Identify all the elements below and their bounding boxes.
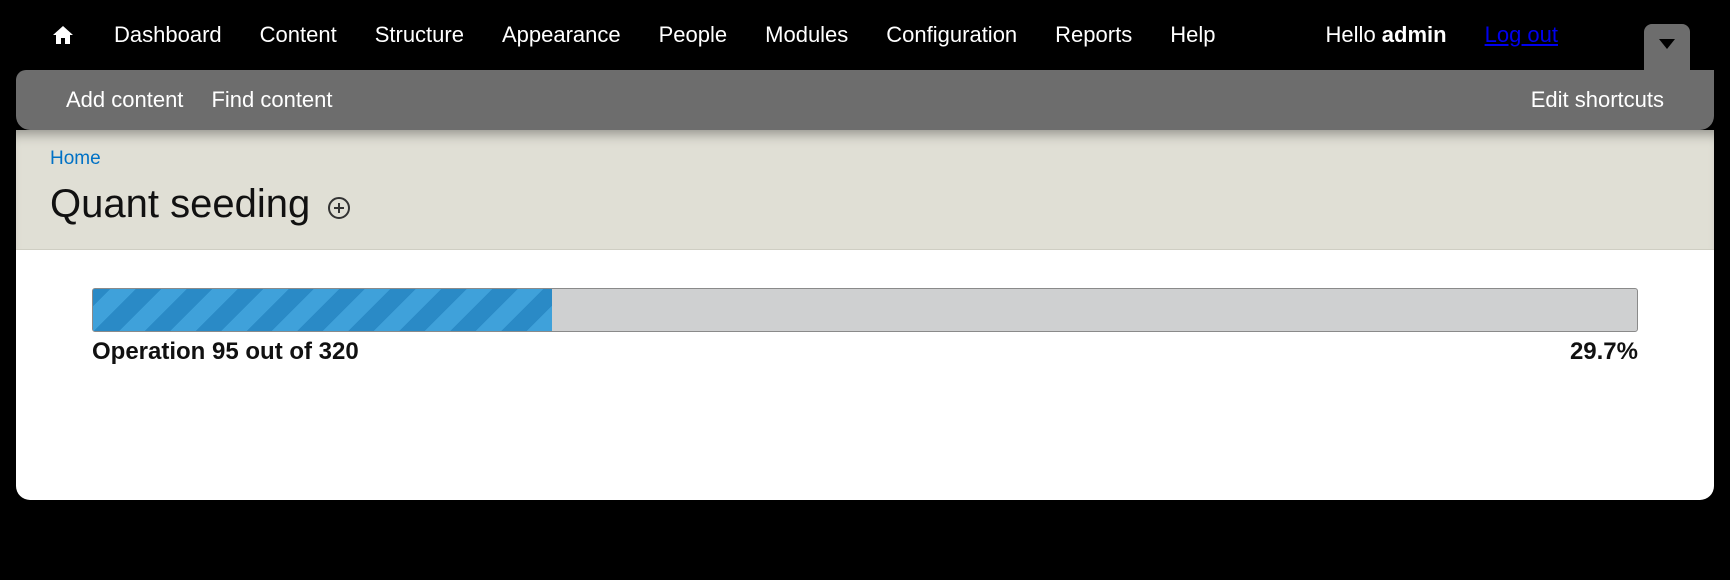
page-content: Operation 95 out of 320 29.7% <box>16 250 1714 404</box>
breadcrumb: Home <box>50 148 1680 170</box>
admin-toolbar: Dashboard Content Structure Appearance P… <box>0 0 1730 70</box>
toolbar-dropdown-toggle[interactable] <box>1644 24 1690 70</box>
progress-bar-track <box>92 288 1638 332</box>
batch-progress: Operation 95 out of 320 29.7% <box>92 288 1638 366</box>
logout-link[interactable]: Log out <box>1485 22 1558 48</box>
page-header: Home Quant seeding <box>16 130 1714 250</box>
nav-structure[interactable]: Structure <box>375 22 464 48</box>
username: admin <box>1382 22 1447 47</box>
title-row: Quant seeding <box>50 182 1680 227</box>
shortcut-links: Add content Find content <box>66 87 333 113</box>
add-shortcut-icon[interactable] <box>328 197 350 219</box>
toolbar-nav: Dashboard Content Structure Appearance P… <box>114 22 1326 48</box>
user-greeting: Hello admin <box>1326 22 1447 48</box>
chevron-down-icon <box>1659 39 1675 49</box>
shortcut-bar: Add content Find content Edit shortcuts <box>16 70 1714 130</box>
shortcut-find-content[interactable]: Find content <box>211 87 332 113</box>
nav-people[interactable]: People <box>659 22 728 48</box>
nav-dashboard[interactable]: Dashboard <box>114 22 222 48</box>
nav-content[interactable]: Content <box>260 22 337 48</box>
edit-shortcuts-link[interactable]: Edit shortcuts <box>1531 87 1664 112</box>
nav-help[interactable]: Help <box>1170 22 1215 48</box>
progress-percent: 29.7% <box>1570 338 1638 366</box>
progress-bar-fill <box>93 289 552 331</box>
nav-appearance[interactable]: Appearance <box>502 22 621 48</box>
nav-modules[interactable]: Modules <box>765 22 848 48</box>
shortcut-add-content[interactable]: Add content <box>66 87 183 113</box>
breadcrumb-home[interactable]: Home <box>50 148 101 169</box>
page-body: Home Quant seeding Operation 95 out of 3… <box>16 130 1714 500</box>
nav-configuration[interactable]: Configuration <box>886 22 1017 48</box>
home-icon[interactable] <box>50 22 76 48</box>
progress-message: Operation 95 out of 320 <box>92 338 359 366</box>
progress-meta: Operation 95 out of 320 29.7% <box>92 338 1638 366</box>
greeting-prefix: Hello <box>1326 22 1382 47</box>
page-title: Quant seeding <box>50 182 310 227</box>
nav-reports[interactable]: Reports <box>1055 22 1132 48</box>
toolbar-user-area: Hello admin Log out <box>1326 0 1690 70</box>
